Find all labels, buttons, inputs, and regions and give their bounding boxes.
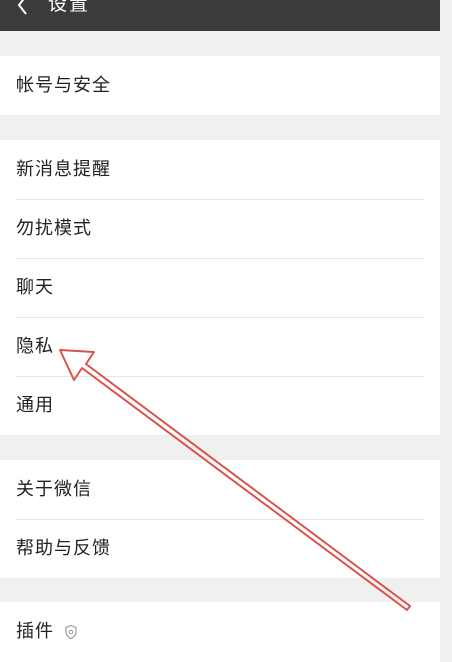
item-label: 帮助与反馈 xyxy=(16,537,111,559)
item-label: 新消息提醒 xyxy=(16,158,111,180)
plugin-icon xyxy=(64,624,78,640)
settings-item-privacy[interactable]: 隐私 xyxy=(0,317,440,376)
item-label: 帐号与安全 xyxy=(16,74,111,96)
group-about: 关于微信 帮助与反馈 xyxy=(0,460,440,578)
group-account: 帐号与安全 xyxy=(0,56,440,115)
settings-item-plugins[interactable]: 插件 xyxy=(0,602,440,661)
item-label: 隐私 xyxy=(16,335,54,357)
back-button[interactable] xyxy=(10,0,40,18)
item-label: 勿扰模式 xyxy=(16,217,92,239)
settings-item-general[interactable]: 通用 xyxy=(0,376,440,435)
page-title: 设置 xyxy=(48,0,91,15)
settings-item-account-security[interactable]: 帐号与安全 xyxy=(0,56,440,115)
settings-item-about[interactable]: 关于微信 xyxy=(0,460,440,519)
group-plugins: 插件 xyxy=(0,602,440,662)
settings-item-do-not-disturb[interactable]: 勿扰模式 xyxy=(0,199,440,258)
item-label: 关于微信 xyxy=(16,478,92,500)
title-bar: 设置 xyxy=(0,0,440,31)
item-label: 通用 xyxy=(16,394,54,416)
item-label: 插件 xyxy=(16,620,54,642)
group-general: 新消息提醒 勿扰模式 聊天 隐私 通用 xyxy=(0,140,440,435)
item-label: 聊天 xyxy=(16,276,54,298)
chevron-left-icon xyxy=(17,0,27,15)
settings-item-message-notifications[interactable]: 新消息提醒 xyxy=(0,140,440,199)
settings-item-help-feedback[interactable]: 帮助与反馈 xyxy=(0,519,440,578)
settings-item-chat[interactable]: 聊天 xyxy=(0,258,440,317)
